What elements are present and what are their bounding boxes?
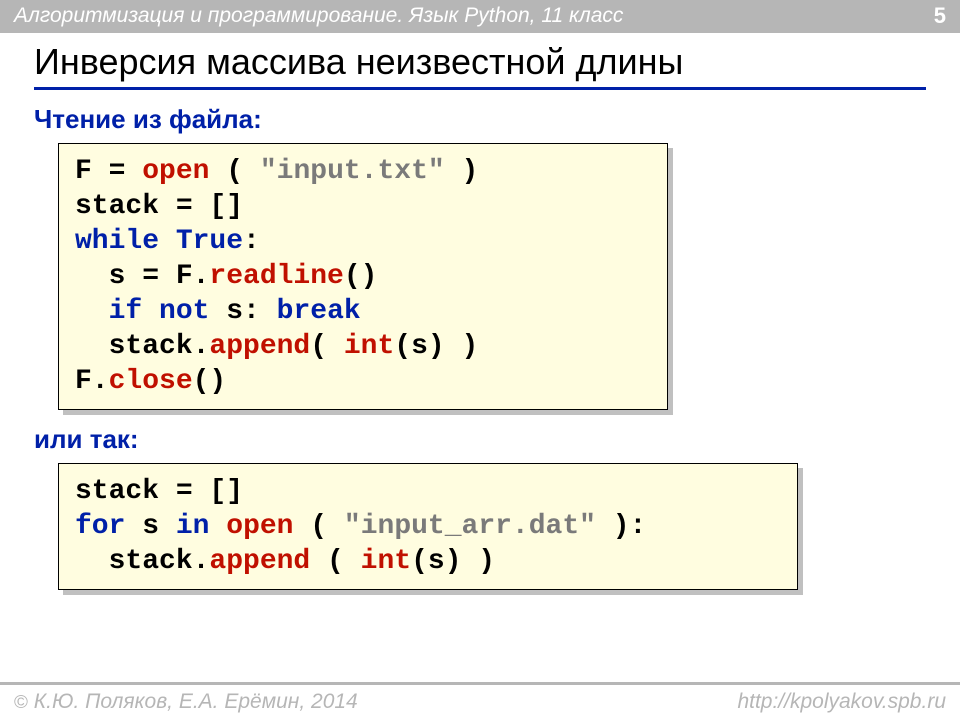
header-bar: Алгоритмизация и программирование. Язык … — [0, 0, 960, 33]
code-block-1-wrap: F = open ( "input.txt" ) stack = [] whil… — [58, 143, 926, 410]
copyright-icon: © — [14, 692, 28, 713]
code-block-2-wrap: stack = [] for s in open ( "input_arr.da… — [58, 463, 926, 590]
section2-label: или так: — [34, 424, 926, 455]
footer-bar: © К.Ю. Поляков, Е.А. Ерёмин, 2014 http:/… — [0, 682, 960, 720]
copyright-text: © К.Ю. Поляков, Е.А. Ерёмин, 2014 — [14, 690, 358, 714]
section1-label: Чтение из файла: — [34, 104, 926, 135]
subject-text: Алгоритмизация и программирование. Язык … — [14, 4, 623, 28]
code-block-2: stack = [] for s in open ( "input_arr.da… — [58, 463, 798, 590]
code-block-1: F = open ( "input.txt" ) stack = [] whil… — [58, 143, 668, 410]
footer-url: http://kpolyakov.spb.ru — [737, 690, 946, 714]
slide-title: Инверсия массива неизвестной длины — [34, 41, 926, 90]
page-number: 5 — [934, 3, 946, 29]
slide-content: Инверсия массива неизвестной длины Чтени… — [0, 33, 960, 590]
